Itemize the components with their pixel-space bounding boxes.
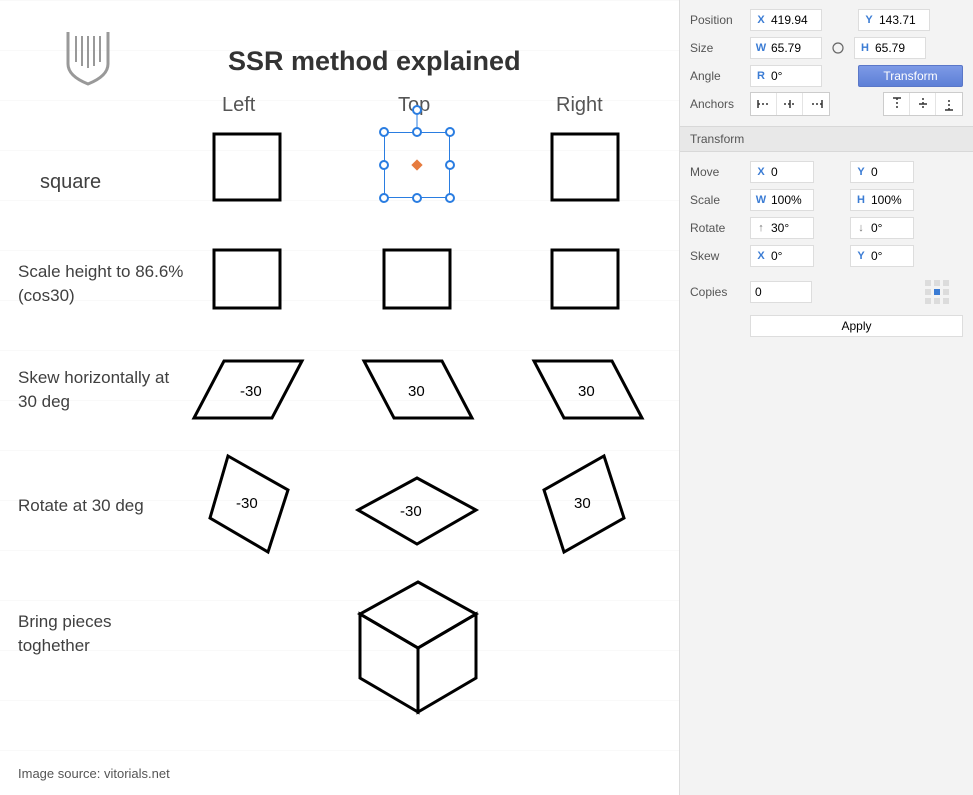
move-y-input[interactable] xyxy=(871,165,909,179)
skew-x-field[interactable]: X xyxy=(750,245,814,267)
size-w-input[interactable] xyxy=(771,41,817,55)
shape-rotate-right[interactable]: 30 xyxy=(540,450,630,560)
shape-skew-right[interactable]: 30 xyxy=(528,358,648,422)
position-y-input[interactable] xyxy=(879,13,925,27)
label-move: Move xyxy=(690,165,744,179)
shape-label: -30 xyxy=(236,495,258,512)
resize-handle[interactable] xyxy=(379,160,389,170)
anchor-bottom-icon[interactable] xyxy=(936,93,962,115)
skew-y-input[interactable] xyxy=(871,249,909,263)
resize-handle[interactable] xyxy=(379,193,389,203)
position-x-input[interactable] xyxy=(771,13,817,27)
label-copies: Copies xyxy=(690,285,744,299)
shape-square-right[interactable] xyxy=(550,132,620,202)
anchor-h-group xyxy=(750,92,830,116)
apply-button[interactable]: Apply xyxy=(750,315,963,337)
shape-label: -30 xyxy=(400,503,422,520)
row-label-4: Bring pieces toghether xyxy=(18,610,188,658)
label-scale: Scale xyxy=(690,193,744,207)
label-anchors: Anchors xyxy=(690,97,744,111)
copies-input[interactable] xyxy=(755,285,807,299)
canvas-title: SSR method explained xyxy=(228,46,521,77)
transform-button[interactable]: Transform xyxy=(858,65,963,87)
anchor-right-icon[interactable] xyxy=(803,93,829,115)
shape-square-top-selected[interactable] xyxy=(384,132,450,198)
shape-cube[interactable] xyxy=(354,578,482,718)
rotate-ccw-input[interactable] xyxy=(771,221,809,235)
rotate-ccw-field[interactable]: ↑ xyxy=(750,217,814,239)
scale-h-input[interactable] xyxy=(871,193,909,207)
move-y-field[interactable]: Y xyxy=(850,161,914,183)
position-y-field[interactable]: Y xyxy=(858,9,930,31)
angle-field[interactable]: R xyxy=(750,65,822,87)
anchor-top-icon[interactable] xyxy=(884,93,910,115)
shape-scaled-left[interactable] xyxy=(212,248,282,310)
shape-rotate-left[interactable]: -30 xyxy=(206,450,296,560)
col-header-right: Right xyxy=(556,94,603,117)
size-h-input[interactable] xyxy=(875,41,921,55)
rotation-handle[interactable] xyxy=(412,105,422,115)
shape-label: 30 xyxy=(578,383,595,400)
scale-h-field[interactable]: H xyxy=(850,189,914,211)
anchor-v-group xyxy=(883,92,963,116)
row-label-2: Skew horizontally at 30 deg xyxy=(18,366,188,414)
resize-handle[interactable] xyxy=(412,193,422,203)
anchor-left-icon[interactable] xyxy=(751,93,777,115)
anchor-hcenter-icon[interactable] xyxy=(777,93,803,115)
resize-handle[interactable] xyxy=(412,127,422,137)
col-header-left: Left xyxy=(222,94,255,117)
skew-y-field[interactable]: Y xyxy=(850,245,914,267)
label-skew: Skew xyxy=(690,249,744,263)
properties-panel: Position X Y Size W H Angle R Transform … xyxy=(680,0,973,795)
shape-label: 30 xyxy=(574,495,591,512)
footer-note: Image source: vitorials.net xyxy=(18,766,170,781)
shape-scaled-right[interactable] xyxy=(550,248,620,310)
resize-handle[interactable] xyxy=(445,127,455,137)
lock-aspect-icon[interactable] xyxy=(828,38,848,58)
shape-label: -30 xyxy=(240,383,262,400)
copies-origin-grid[interactable] xyxy=(925,280,949,304)
app-logo-icon xyxy=(60,28,116,91)
shape-label: 30 xyxy=(408,383,425,400)
row-label-1: Scale height to 86.6% (cos30) xyxy=(18,260,188,308)
skew-x-input[interactable] xyxy=(771,249,809,263)
shape-skew-top[interactable]: 30 xyxy=(358,358,478,422)
rotate-cw-input[interactable] xyxy=(871,221,909,235)
position-x-field[interactable]: X xyxy=(750,9,822,31)
rotate-cw-field[interactable]: ↓ xyxy=(850,217,914,239)
shape-rotate-top[interactable]: -30 xyxy=(352,474,482,548)
shape-skew-left[interactable]: -30 xyxy=(188,358,308,422)
shape-square-left[interactable] xyxy=(212,132,282,202)
scale-w-input[interactable] xyxy=(771,193,809,207)
label-size: Size xyxy=(690,41,744,55)
label-angle: Angle xyxy=(690,69,744,83)
row-label-3: Rotate at 30 deg xyxy=(18,494,188,518)
section-header-transform: Transform xyxy=(680,126,973,152)
copies-field[interactable] xyxy=(750,281,812,303)
size-w-field[interactable]: W xyxy=(750,37,822,59)
move-x-input[interactable] xyxy=(771,165,809,179)
anchor-vcenter-icon[interactable] xyxy=(910,93,936,115)
move-x-field[interactable]: X xyxy=(750,161,814,183)
size-h-field[interactable]: H xyxy=(854,37,926,59)
canvas[interactable]: SSR method explained Left Top Right squa… xyxy=(0,0,680,795)
row-label-0: square xyxy=(40,168,210,196)
angle-input[interactable] xyxy=(771,69,817,83)
resize-handle[interactable] xyxy=(445,193,455,203)
scale-w-field[interactable]: W xyxy=(750,189,814,211)
resize-handle[interactable] xyxy=(445,160,455,170)
label-rotate: Rotate xyxy=(690,221,744,235)
resize-handle[interactable] xyxy=(379,127,389,137)
shape-scaled-top[interactable] xyxy=(382,248,452,310)
label-position: Position xyxy=(690,13,744,27)
